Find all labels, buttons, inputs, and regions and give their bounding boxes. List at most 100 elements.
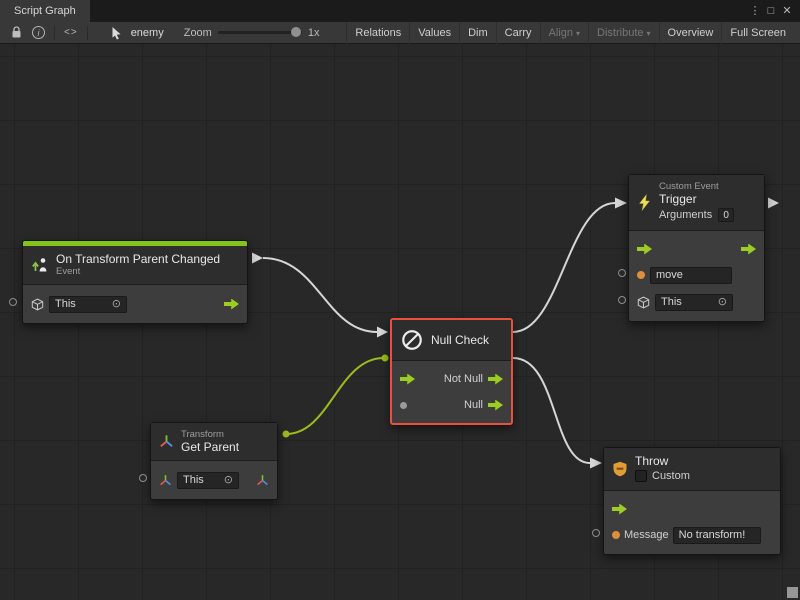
value-input-port[interactable]: [139, 474, 147, 482]
graph-name[interactable]: enemy: [131, 27, 164, 39]
throw-shield-icon: [612, 461, 628, 477]
node-header: Transform Get Parent: [151, 423, 277, 461]
object-picker-icon[interactable]: ⊙: [224, 475, 233, 486]
node-header: On Transform Parent Changed Event: [23, 246, 247, 285]
target-dropdown[interactable]: This ⊙: [177, 472, 239, 489]
node-body: Message No transform!: [604, 491, 780, 554]
value-input-port[interactable]: [618, 296, 626, 304]
dropdown-value: This: [183, 474, 204, 486]
node-get-parent[interactable]: Transform Get Parent This ⊙: [150, 422, 278, 500]
lock-icon-svg: [11, 26, 22, 39]
carry-button[interactable]: Carry: [496, 22, 540, 44]
code-view-icon[interactable]: <>: [59, 22, 83, 44]
message-input-port[interactable]: [612, 531, 620, 539]
lock-icon[interactable]: [6, 22, 27, 44]
custom-label: Custom: [652, 470, 690, 482]
zoom-slider[interactable]: [218, 31, 302, 34]
distribute-button[interactable]: Distribute ▾: [588, 22, 658, 44]
value-input-port[interactable]: [592, 529, 600, 537]
button-label: Values: [418, 27, 451, 39]
node-header: Null Check: [392, 320, 511, 361]
flow-output-port[interactable]: [741, 244, 756, 255]
gameobject-cube-icon: [31, 298, 44, 311]
info-icon[interactable]: i: [32, 26, 45, 39]
align-button[interactable]: Align ▾: [540, 22, 588, 44]
object-picker-icon[interactable]: ⊙: [718, 297, 727, 308]
menu-icon[interactable]: ⋮: [747, 0, 763, 22]
node-throw[interactable]: Throw Custom Message No transform!: [603, 447, 781, 555]
transform-axes-icon: [256, 474, 269, 487]
pointer-icon: [106, 22, 127, 44]
node-null-check[interactable]: Null Check Not Null Null: [390, 318, 513, 425]
lightning-bolt-icon: [637, 194, 652, 211]
values-button[interactable]: Values: [409, 22, 459, 44]
zoom-value: 1x: [308, 27, 320, 39]
value-input-port[interactable]: [9, 298, 17, 306]
node-title: On Transform Parent Changed: [56, 252, 220, 266]
event-name-field[interactable]: move: [650, 267, 732, 284]
node-subtitle: Event: [56, 266, 220, 278]
button-label: Overview: [668, 27, 714, 39]
overview-button[interactable]: Overview: [659, 22, 722, 44]
graph-canvas[interactable]: On Transform Parent Changed Event This ⊙: [0, 44, 800, 600]
fullscreen-button[interactable]: Full Screen: [721, 22, 794, 44]
target-dropdown[interactable]: This ⊙: [49, 296, 127, 313]
pointer-icon-svg: [111, 26, 122, 40]
tab-bar: Script Graph ⋮ □ ✕: [0, 0, 800, 22]
toolbar-buttons: Relations Values Dim Carry Align ▾ Distr…: [346, 22, 794, 44]
value-input-port[interactable]: [618, 269, 626, 277]
node-category: Custom Event: [659, 181, 734, 192]
null-output-port[interactable]: [488, 400, 503, 411]
button-label: Distribute: [597, 27, 643, 39]
resize-grip[interactable]: [787, 587, 798, 598]
tab-script-graph[interactable]: Script Graph: [0, 0, 90, 22]
toolbar-divider: [54, 26, 55, 40]
button-label: Dim: [468, 27, 488, 39]
flow-output-port[interactable]: [224, 299, 239, 310]
node-trigger-custom-event[interactable]: Custom Event Trigger Arguments 0 move: [628, 174, 765, 322]
chevron-down-icon: ▾: [576, 29, 580, 38]
flow-input-port[interactable]: [400, 374, 415, 385]
button-label: Align: [549, 27, 573, 39]
not-null-output-port[interactable]: [488, 374, 503, 385]
relations-button[interactable]: Relations: [346, 22, 409, 44]
maximize-icon[interactable]: □: [763, 0, 779, 22]
arguments-field[interactable]: 0: [718, 208, 734, 222]
zoom-slider-handle[interactable]: [291, 27, 301, 37]
message-field[interactable]: No transform!: [673, 527, 761, 544]
transform-axes-icon: [159, 434, 174, 449]
node-category: Transform: [181, 429, 239, 440]
toolbar: i <> enemy Zoom 1x Relations Values Dim: [0, 22, 800, 44]
node-title: Null Check: [431, 333, 489, 347]
object-picker-icon[interactable]: ⊙: [112, 299, 121, 310]
transform-axes-icon: [159, 474, 172, 487]
value-input-port[interactable]: [400, 402, 407, 409]
flow-input-port[interactable]: [612, 504, 627, 515]
node-body: This ⊙: [151, 461, 277, 499]
dropdown-value: This: [55, 298, 76, 310]
port-label: Null: [464, 399, 483, 411]
string-input-port[interactable]: [637, 271, 645, 279]
button-label: Carry: [505, 27, 532, 39]
close-icon[interactable]: ✕: [779, 0, 795, 22]
dim-button[interactable]: Dim: [459, 22, 496, 44]
button-label: Relations: [355, 27, 401, 39]
node-on-transform-parent-changed[interactable]: On Transform Parent Changed Event This ⊙: [22, 240, 248, 324]
toolbar-divider: [87, 26, 88, 40]
message-label: Message: [624, 529, 669, 541]
chevron-down-icon: ▾: [647, 29, 651, 38]
window-controls: ⋮ □ ✕: [747, 0, 800, 22]
button-label: Full Screen: [730, 27, 786, 39]
flow-input-port[interactable]: [637, 244, 652, 255]
target-dropdown[interactable]: This ⊙: [655, 294, 733, 311]
node-header: Throw Custom: [604, 448, 780, 491]
node-body: Not Null Null: [392, 361, 511, 423]
node-title: Trigger: [659, 192, 734, 206]
custom-checkbox[interactable]: [635, 470, 647, 482]
dropdown-value: This: [661, 296, 682, 308]
node-body: move This ⊙: [629, 231, 764, 321]
unity-script-graph-window: Script Graph ⋮ □ ✕ i <> enemy Zoom: [0, 0, 800, 600]
transform-parent-changed-icon: [31, 256, 49, 274]
null-check-icon: [400, 328, 424, 352]
gameobject-cube-icon: [637, 296, 650, 309]
